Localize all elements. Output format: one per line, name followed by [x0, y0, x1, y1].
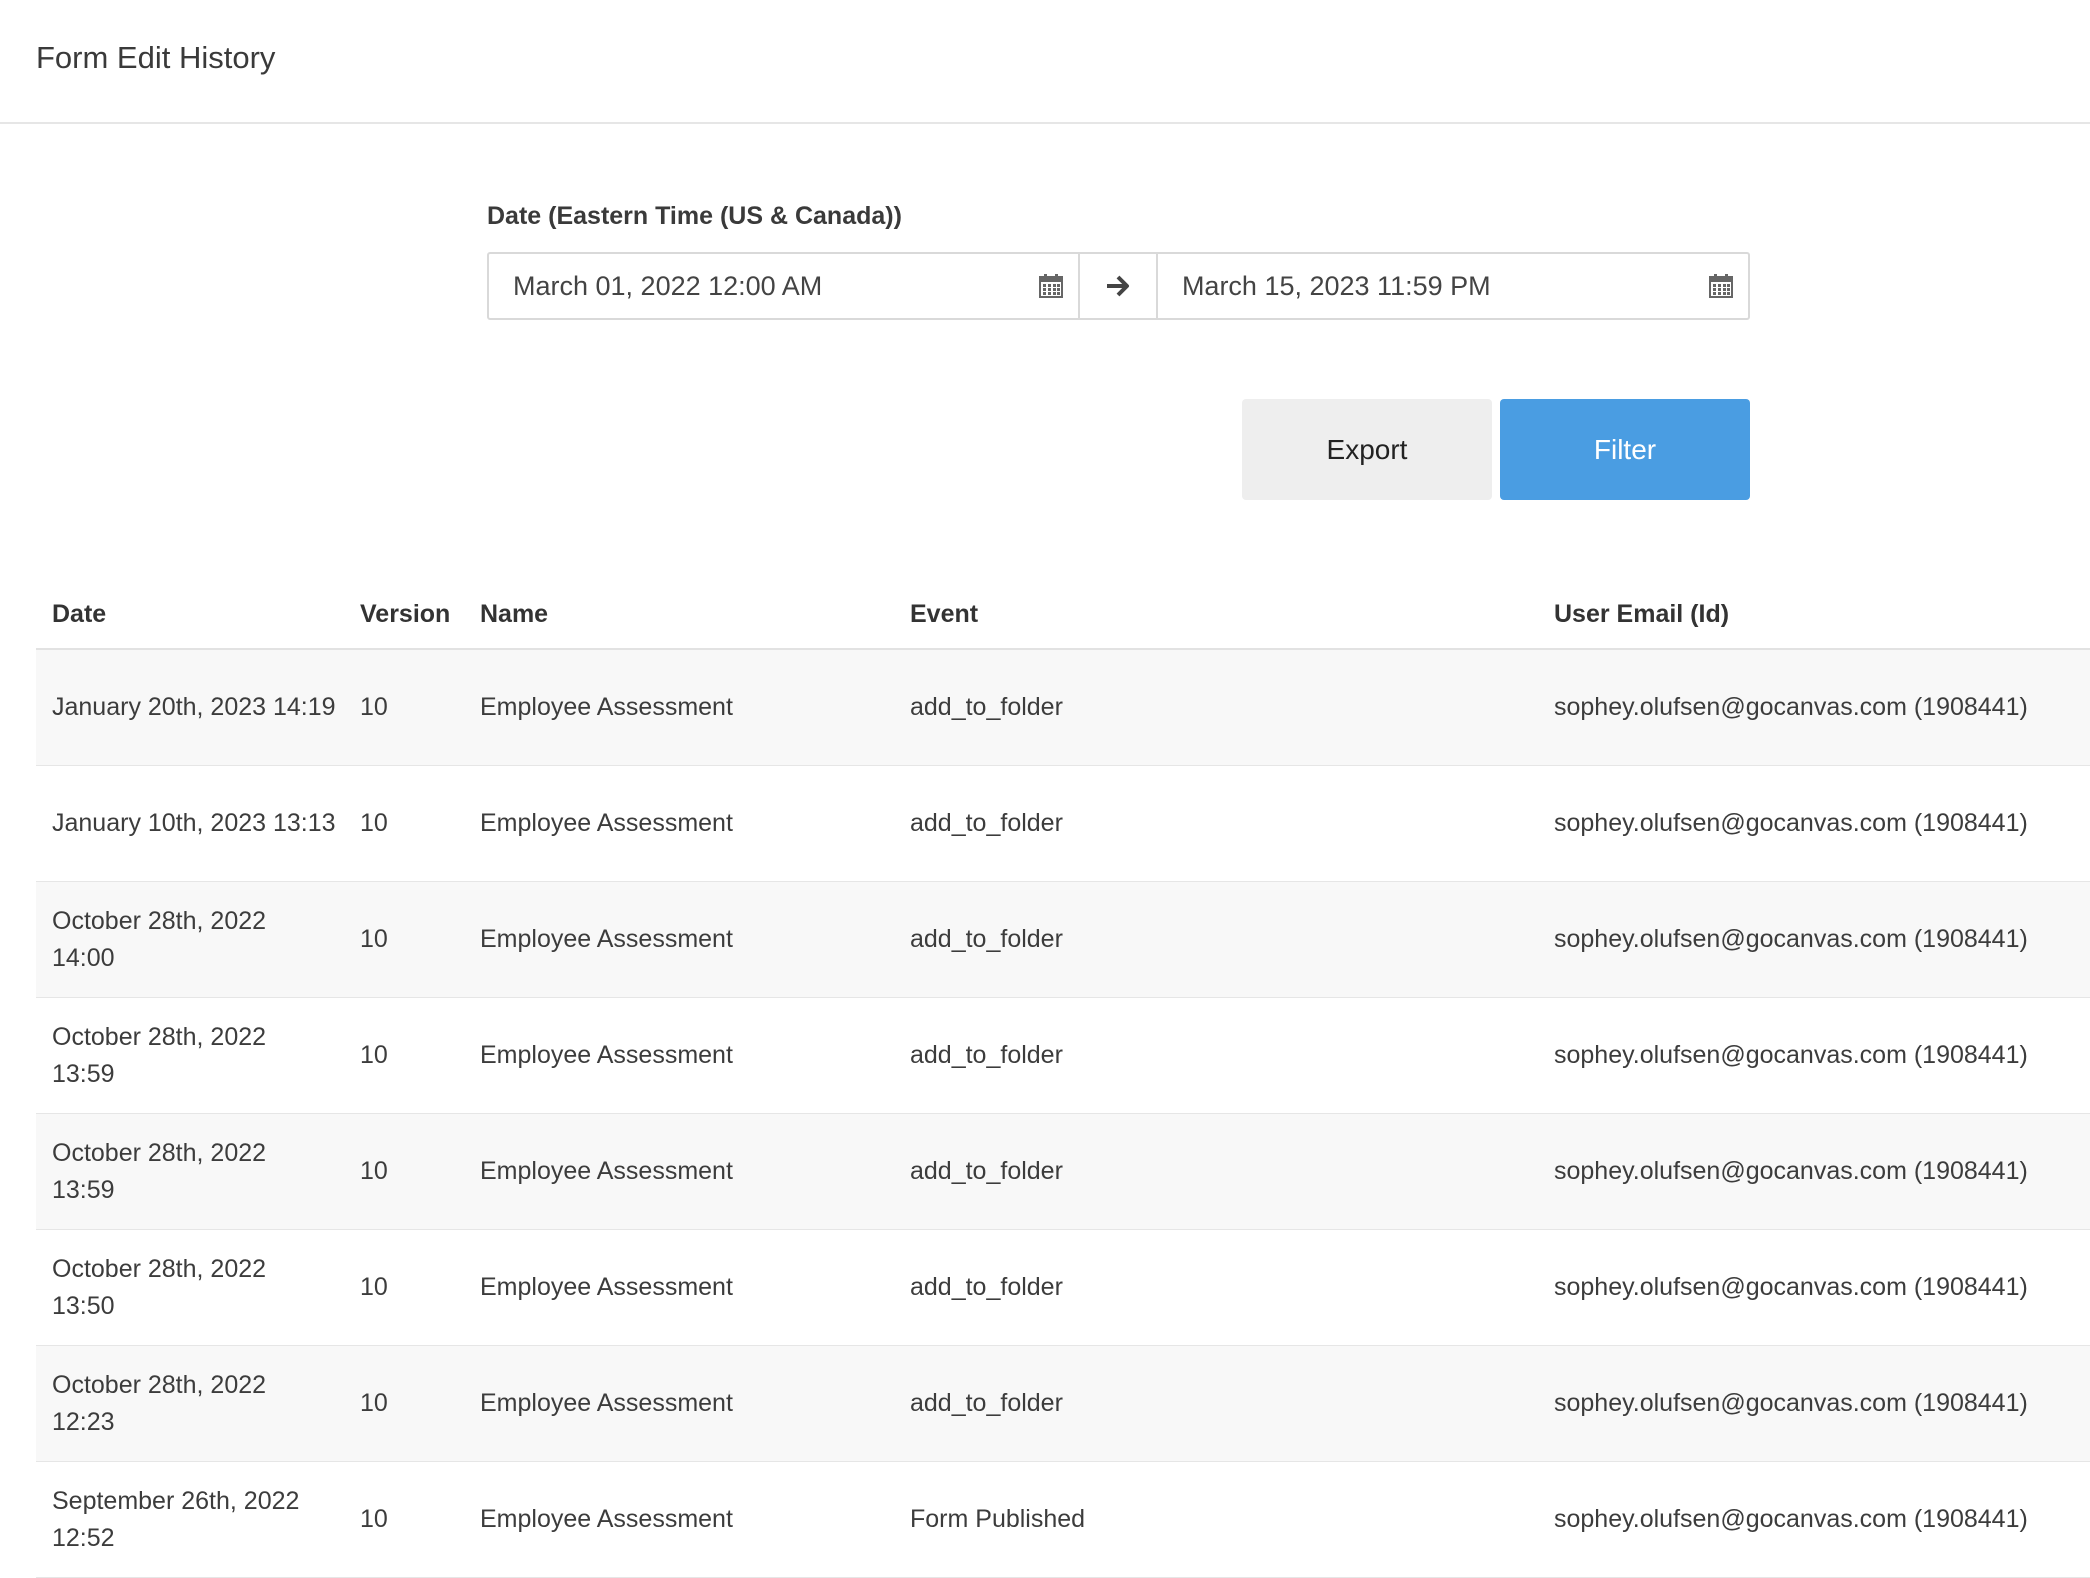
- table-row: October 28th, 2022 13:59 10 Employee Ass…: [36, 1114, 2090, 1230]
- cell-date: October 28th, 2022 13:59: [52, 1138, 267, 1204]
- table-row: October 28th, 2022 13:50 10 Employee Ass…: [36, 1230, 2090, 1346]
- filter-button[interactable]: Filter: [1500, 399, 1750, 500]
- history-table: Date Version Name Event User Email (Id) …: [36, 580, 2090, 1578]
- cell-event: add_to_folder: [910, 693, 1063, 721]
- cell-date: January 20th, 2023 14:19: [52, 693, 336, 721]
- arrow-right-icon: [1107, 275, 1129, 297]
- cell-user-email: sophey.olufsen@gocanvas.com (1908441): [1554, 1157, 2028, 1185]
- table-header: Date Version Name Event User Email (Id): [36, 580, 2090, 650]
- cell-name: Employee Assessment: [480, 1041, 733, 1069]
- range-separator: [1080, 252, 1156, 320]
- calendar-icon[interactable]: [1038, 273, 1064, 299]
- cell-event: add_to_folder: [910, 1389, 1063, 1417]
- cell-name: Employee Assessment: [480, 693, 733, 721]
- cell-version: 10: [360, 1505, 388, 1533]
- column-header-version[interactable]: Version: [358, 600, 480, 629]
- export-button[interactable]: Export: [1242, 399, 1492, 500]
- table-row: September 26th, 2022 12:52 10 Employee A…: [36, 1462, 2090, 1578]
- column-header-date[interactable]: Date: [36, 596, 358, 633]
- cell-version: 10: [360, 693, 388, 721]
- cell-version: 10: [360, 1389, 388, 1417]
- cell-version: 10: [360, 1273, 388, 1301]
- cell-event: add_to_folder: [910, 809, 1063, 837]
- cell-user-email: sophey.olufsen@gocanvas.com (1908441): [1554, 1041, 2028, 1069]
- page-title: Form Edit History: [36, 40, 276, 75]
- start-date-value: March 01, 2022 12:00 AM: [513, 270, 823, 301]
- cell-name: Employee Assessment: [480, 809, 733, 837]
- cell-event: add_to_folder: [910, 1273, 1063, 1301]
- cell-event: add_to_folder: [910, 1041, 1063, 1069]
- cell-date: October 28th, 2022 13:59: [52, 1022, 267, 1088]
- cell-name: Employee Assessment: [480, 1273, 733, 1301]
- table-row: January 20th, 2023 14:19 10 Employee Ass…: [36, 650, 2090, 766]
- cell-user-email: sophey.olufsen@gocanvas.com (1908441): [1554, 1273, 2028, 1301]
- cell-user-email: sophey.olufsen@gocanvas.com (1908441): [1554, 693, 2028, 721]
- cell-user-email: sophey.olufsen@gocanvas.com (1908441): [1554, 1389, 2028, 1417]
- cell-name: Employee Assessment: [480, 1157, 733, 1185]
- cell-name: Employee Assessment: [480, 1505, 733, 1533]
- cell-date: October 28th, 2022 12:23: [52, 1370, 267, 1436]
- column-header-event[interactable]: Event: [910, 600, 1554, 629]
- table-row: January 10th, 2023 13:13 10 Employee Ass…: [36, 766, 2090, 882]
- action-buttons: Export Filter: [1242, 399, 1750, 500]
- column-header-user-email[interactable]: User Email (Id): [1554, 600, 2090, 629]
- cell-version: 10: [360, 1041, 388, 1069]
- cell-date: October 28th, 2022 14:00: [52, 906, 267, 972]
- cell-version: 10: [360, 925, 388, 953]
- end-date-value: March 15, 2023 11:59 PM: [1181, 270, 1491, 301]
- cell-date: October 28th, 2022 13:50: [52, 1254, 267, 1320]
- cell-user-email: sophey.olufsen@gocanvas.com (1908441): [1554, 809, 2028, 837]
- cell-version: 10: [360, 809, 388, 837]
- cell-name: Employee Assessment: [480, 1389, 733, 1417]
- cell-event: add_to_folder: [910, 925, 1063, 953]
- cell-date: September 26th, 2022 12:52: [52, 1486, 300, 1552]
- cell-date: January 10th, 2023 13:13: [52, 809, 336, 837]
- end-date-input[interactable]: March 15, 2023 11:59 PM: [1155, 252, 1750, 320]
- date-range-picker: March 01, 2022 12:00 AM March 15, 2023 1…: [487, 252, 1750, 320]
- cell-event: Form Published: [910, 1505, 1086, 1533]
- cell-user-email: sophey.olufsen@gocanvas.com (1908441): [1554, 925, 2028, 953]
- column-header-name[interactable]: Name: [480, 600, 910, 629]
- calendar-icon[interactable]: [1708, 273, 1734, 299]
- cell-event: add_to_folder: [910, 1157, 1063, 1185]
- cell-name: Employee Assessment: [480, 925, 733, 953]
- table-row: October 28th, 2022 14:00 10 Employee Ass…: [36, 882, 2090, 998]
- date-range-label: Date (Eastern Time (US & Canada)): [487, 202, 902, 230]
- cell-user-email: sophey.olufsen@gocanvas.com (1908441): [1554, 1505, 2028, 1533]
- table-row: October 28th, 2022 13:59 10 Employee Ass…: [36, 998, 2090, 1114]
- page-header: Form Edit History: [0, 0, 2090, 124]
- start-date-input[interactable]: March 01, 2022 12:00 AM: [487, 252, 1081, 320]
- table-row: October 28th, 2022 12:23 10 Employee Ass…: [36, 1346, 2090, 1462]
- cell-version: 10: [360, 1157, 388, 1185]
- date-filter: Date (Eastern Time (US & Canada)) March …: [487, 202, 1750, 320]
